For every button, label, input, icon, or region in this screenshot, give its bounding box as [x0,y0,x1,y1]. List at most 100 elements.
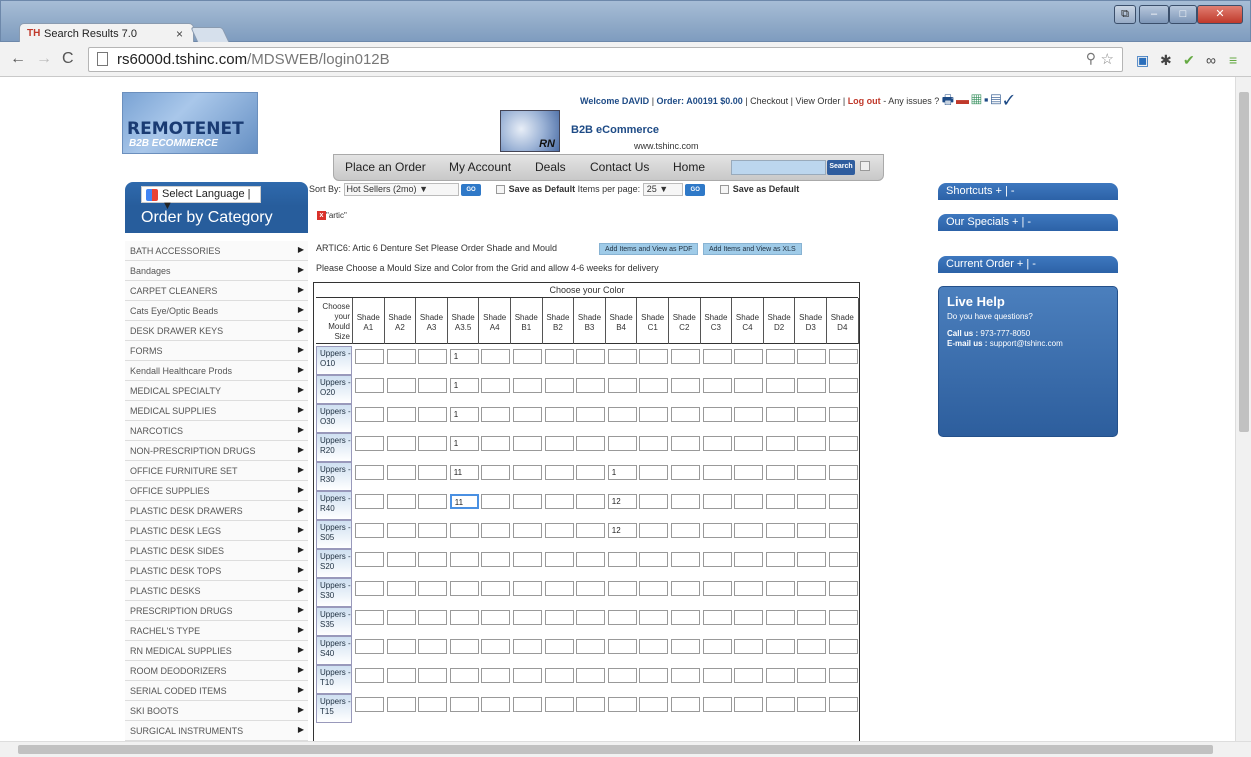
quantity-input[interactable] [671,581,700,596]
quantity-input[interactable] [449,581,479,596]
quantity-input[interactable] [449,523,479,538]
quantity-input[interactable] [481,523,511,538]
quantity-input[interactable] [386,494,416,509]
quantity-input[interactable] [702,465,732,480]
quantity-input[interactable] [449,610,479,625]
quantity-input[interactable] [797,407,827,422]
category-item[interactable]: FORMS ▶ [125,341,308,361]
quantity-input[interactable] [702,349,732,364]
current-order-panel-header[interactable]: Current Order + | - [938,256,1118,273]
category-item[interactable]: MEDICAL SUPPLIES ▶ [125,401,308,421]
quantity-input[interactable] [418,407,448,422]
quantity-input[interactable] [702,581,732,596]
quantity-input[interactable] [355,378,384,393]
quantity-input[interactable] [829,465,858,480]
quantity-input[interactable] [544,668,574,683]
quantity-input[interactable] [671,407,700,422]
quantity-input[interactable] [639,581,669,596]
quantity-input[interactable] [797,668,827,683]
quantity-input[interactable] [702,523,732,538]
quantity-input[interactable] [544,639,574,654]
category-item[interactable]: CARPET CLEANERS ▶ [125,281,308,301]
quantity-input[interactable] [386,436,416,451]
quantity-input[interactable] [576,552,606,567]
zoom-icon[interactable]: ⚲ [1086,50,1096,67]
quantity-input[interactable] [765,639,795,654]
quantity-input[interactable] [639,378,669,393]
quantity-input[interactable] [639,494,669,509]
menu-place-order[interactable]: Place an Order [345,160,426,174]
quantity-input[interactable] [386,523,416,538]
quantity-input[interactable] [576,465,606,480]
quantity-input[interactable] [671,610,700,625]
quantity-input[interactable]: 11 [449,494,479,509]
quantity-input[interactable] [513,494,542,509]
extension-cast-icon[interactable]: ▣ [1136,52,1149,69]
category-item[interactable]: MEDICAL SPECIALTY ▶ [125,381,308,401]
back-icon[interactable]: ← [10,50,26,68]
quantity-input[interactable] [765,436,795,451]
quantity-input[interactable] [544,523,574,538]
snap-button[interactable]: ⧉ [1114,5,1136,24]
minimize-button[interactable]: – [1139,5,1169,24]
quantity-input[interactable] [481,581,511,596]
quantity-input[interactable] [702,494,732,509]
quantity-input[interactable] [829,697,858,712]
quantity-input[interactable] [355,552,384,567]
quantity-input[interactable] [797,523,827,538]
quantity-input[interactable] [829,494,858,509]
category-item[interactable]: SURGICAL INSTRUMENTS ▶ [125,721,308,741]
quantity-input[interactable] [671,668,700,683]
quantity-input[interactable] [544,465,574,480]
quantity-input[interactable] [418,436,448,451]
quantity-input[interactable] [544,349,574,364]
quantity-input[interactable] [449,552,479,567]
quantity-input[interactable] [576,523,606,538]
menu-deals[interactable]: Deals [535,160,566,174]
tab-close-icon[interactable]: × [176,27,183,41]
logout-link[interactable]: Log out [848,96,881,106]
quantity-input[interactable] [513,407,542,422]
language-select[interactable]: Select Language | ▼ [141,186,261,212]
quantity-input[interactable] [355,610,384,625]
per-page-select[interactable]: 25 ▼ [642,183,683,196]
quantity-input[interactable] [734,378,764,393]
horizontal-scrollbar[interactable] [0,741,1251,757]
quantity-input[interactable] [797,494,827,509]
forward-icon[interactable]: → [36,50,52,68]
quantity-input[interactable] [734,494,764,509]
menu-search-button[interactable]: Search [827,160,855,175]
new-tab-button[interactable] [190,27,230,43]
quantity-input[interactable] [449,697,479,712]
quantity-input[interactable] [544,436,574,451]
document-icon[interactable]: ▤ [990,92,1003,107]
quantity-input[interactable] [607,697,637,712]
quantity-input[interactable] [386,639,416,654]
quantity-input[interactable] [481,494,511,509]
quantity-input[interactable] [607,552,637,567]
quantity-input[interactable] [607,436,637,451]
quantity-input[interactable] [449,639,479,654]
chrome-menu-icon[interactable]: ≡ [1229,52,1237,68]
quantity-input[interactable] [671,523,700,538]
quantity-input[interactable] [797,465,827,480]
quantity-input[interactable] [829,523,858,538]
quantity-input[interactable] [513,378,542,393]
quantity-input[interactable] [481,465,511,480]
extension-check-icon[interactable]: ✔ [1183,52,1195,69]
category-item[interactable]: Bandages ▶ [125,261,308,281]
remotenet-logo[interactable]: REMOTENET B2B ECOMMERCE [122,92,258,154]
category-item[interactable]: RN MEDICAL SUPPLIES ▶ [125,641,308,661]
view-order-link[interactable]: View Order [795,96,840,106]
vertical-scroll-thumb[interactable] [1239,92,1249,432]
quantity-input[interactable] [671,639,700,654]
category-item[interactable]: PRESCRIPTION DRUGS ▶ [125,601,308,621]
quantity-input[interactable] [355,581,384,596]
quantity-input[interactable] [765,378,795,393]
quantity-input[interactable] [513,349,542,364]
check-icon[interactable]: ✓ [1003,92,1016,107]
quantity-input[interactable] [386,552,416,567]
quantity-input[interactable] [734,552,764,567]
extension-glasses-icon[interactable]: ∞ [1206,52,1216,68]
quantity-input[interactable] [797,378,827,393]
